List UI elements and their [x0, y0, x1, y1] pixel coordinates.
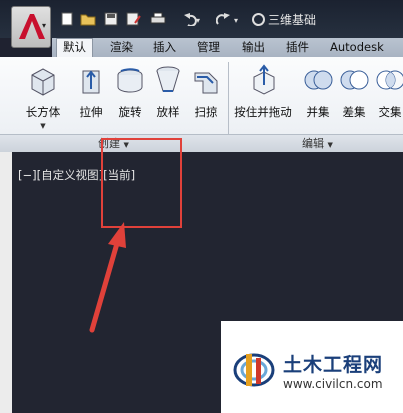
presspull-tool-button[interactable]: 按住并拖动	[234, 63, 292, 120]
box-tool-button[interactable]: 长方体 ▼	[20, 63, 66, 130]
tab-default[interactable]: 默认	[56, 38, 93, 57]
extrude-icon	[82, 70, 100, 94]
workspace-selector[interactable]: 三维基础	[252, 11, 316, 29]
saveas-icon[interactable]	[126, 12, 141, 26]
presspull-icon	[253, 64, 275, 95]
save-icon[interactable]	[104, 12, 118, 26]
new-icon[interactable]	[60, 12, 74, 26]
sweep-icon	[194, 72, 218, 94]
tab-plugins[interactable]: 插件	[280, 38, 315, 57]
panel-title-bar	[0, 134, 403, 152]
workspace-label: 三维基础	[268, 13, 317, 27]
svg-text:▾: ▾	[234, 16, 238, 25]
tab-insert[interactable]: 插入	[147, 38, 182, 57]
tab-autodesk-360[interactable]: Autodesk 36	[324, 38, 403, 73]
chevron-down-icon[interactable]: ▼	[20, 122, 66, 130]
open-icon[interactable]	[80, 12, 96, 26]
watermark-logo-icon	[233, 353, 275, 387]
sweep-tool-label: 扫掠	[194, 105, 218, 119]
subtract-icon	[340, 70, 369, 90]
watermark-url: www.civilcn.com	[283, 377, 383, 391]
svg-text:▾: ▾	[196, 16, 200, 25]
print-icon[interactable]	[150, 12, 166, 26]
tab-render[interactable]: 渲染	[104, 38, 139, 57]
tab-output[interactable]: 输出	[236, 38, 271, 57]
undo-icon[interactable]: ▾	[178, 12, 200, 26]
box-icon	[31, 68, 55, 96]
annotation-arrow-icon	[89, 222, 126, 333]
viewport-edge	[0, 152, 12, 413]
gear-icon	[252, 13, 265, 26]
box-tool-label: 长方体	[25, 105, 61, 119]
redo-icon[interactable]: ▾	[216, 12, 238, 26]
tab-manage[interactable]: 管理	[191, 38, 226, 57]
presspull-tool-label: 按住并拖动	[234, 105, 292, 119]
sweep-tool-button[interactable]: 扫掠	[183, 63, 229, 120]
chevron-down-icon: ▾	[42, 21, 47, 30]
watermark-title: 土木工程网	[283, 354, 384, 376]
edit-panel-title[interactable]: 编辑 ▼	[302, 135, 333, 151]
intersect-tool-button[interactable]: 交集	[367, 63, 403, 120]
intersect-icon	[376, 70, 403, 90]
intersect-tool-label: 交集	[378, 105, 402, 119]
union-icon	[304, 70, 333, 90]
chevron-down-icon: ▼	[327, 141, 333, 149]
revolve-icon	[117, 68, 143, 93]
application-menu-button[interactable]: ▾	[11, 6, 51, 48]
loft-icon	[156, 66, 180, 92]
